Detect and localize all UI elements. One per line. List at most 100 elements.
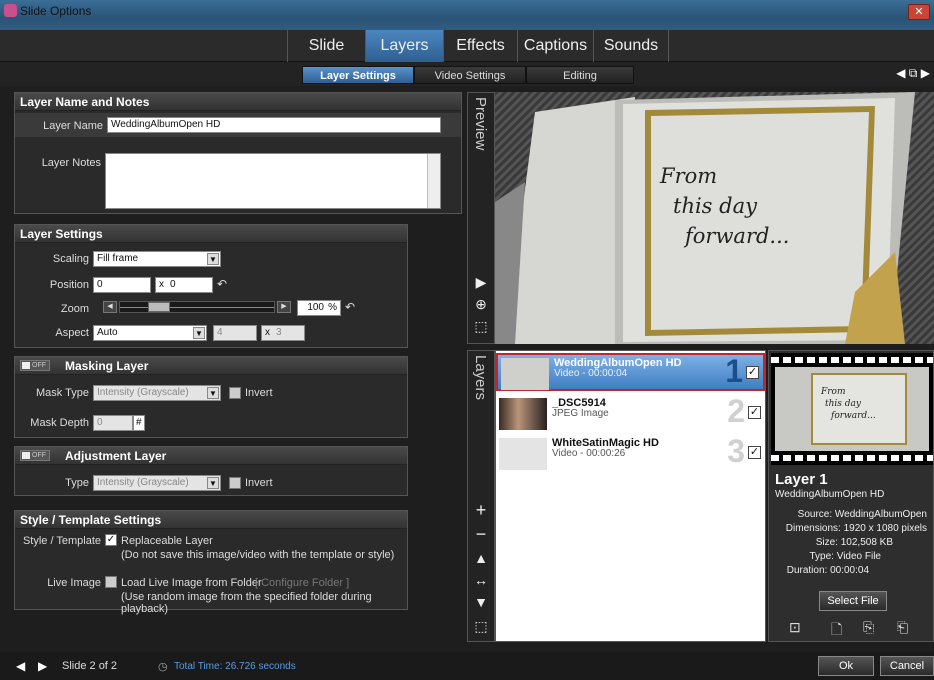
mask-invert-label: Invert (245, 387, 273, 399)
swap-icon[interactable]: ↔ (469, 569, 493, 591)
title-bar: Slide Options ✕ (0, 0, 934, 30)
layer-number: 1 (725, 353, 743, 389)
reset-zoom-icon[interactable]: ↶ (345, 300, 355, 314)
chevron-down-icon: ▼ (207, 387, 219, 399)
replaceable-layer-checkbox[interactable]: ✓ (105, 534, 117, 546)
layer-select-icon[interactable]: ⬚ (469, 615, 493, 637)
info-size: Size: 102,508 KB (815, 537, 893, 548)
subtab-editing[interactable]: Editing (526, 66, 634, 84)
panel-header: Adjustment Layer (15, 447, 407, 465)
thumb-text-1: From (821, 387, 846, 397)
layer-settings-panel: Layer Settings Scaling Fill frame ▼ Posit… (14, 224, 408, 348)
layer-visible-checkbox[interactable]: ✓ (746, 366, 759, 379)
layer-visible-checkbox[interactable]: ✓ (748, 406, 761, 419)
adjustment-type-select[interactable]: Intensity (Grayscale) ▼ (93, 475, 221, 491)
layer-number: 3 (727, 433, 745, 469)
layer-name-input[interactable]: WeddingAlbumOpen HD (107, 117, 441, 133)
zoom-slider[interactable] (119, 301, 275, 313)
masking-layer-panel: Masking Layer OFF Mask Type Intensity (G… (14, 356, 408, 438)
zoom-slider-thumb[interactable] (148, 302, 170, 312)
live-image-label: Live Image (47, 577, 101, 589)
ok-button[interactable]: Ok (818, 656, 874, 676)
move-down-icon[interactable]: ▼ (469, 591, 493, 613)
zoom-in-icon[interactable]: ⊕ (469, 293, 493, 315)
tab-effects[interactable]: Effects (443, 30, 517, 62)
add-layer-icon[interactable]: + (469, 499, 493, 521)
total-time: Total Time: 26.726 seconds (174, 661, 296, 672)
mask-invert-checkbox[interactable] (229, 387, 241, 399)
layers-strip: Layers + − ▲ ↔ ▼ ⬚ (467, 350, 495, 642)
prev-slide-icon[interactable]: ◀ (16, 659, 25, 673)
position-x-input[interactable]: 0 (93, 277, 151, 293)
remove-layer-icon[interactable]: − (469, 523, 493, 545)
subtab-layer-settings[interactable]: Layer Settings (302, 66, 414, 84)
tab-sounds[interactable]: Sounds (593, 30, 669, 62)
adjustment-invert-label: Invert (245, 477, 273, 489)
aspect-label: Aspect (55, 327, 89, 339)
layer-info-panel: From this day forward... Layer 1 Wedding… (768, 350, 934, 642)
layer-row-1[interactable]: WeddingAlbumOpen HD Video - 00:00:04 1 ✓ (496, 353, 765, 391)
preview-canvas[interactable]: From this day forward... (495, 92, 934, 344)
status-bar: ◀ ▶ Slide 2 of 2 ◷ Total Time: 26.726 se… (0, 652, 934, 680)
preview-text-line1: From (660, 164, 718, 188)
layer-nav-icons[interactable]: ◀ ⧉ ▶ (896, 66, 930, 81)
copy-icon[interactable]: ⎘ (863, 619, 874, 636)
play-icon[interactable]: ▶ (469, 271, 493, 293)
preview-strip: Preview ▶ ⊕ ⬚ (467, 92, 495, 344)
mask-depth-label: Mask Depth (30, 417, 89, 429)
x-sep: x (159, 279, 164, 290)
zoom-decrease-button[interactable]: ◀ (103, 301, 117, 313)
panel-header: Masking Layer (15, 357, 407, 375)
info-duration: Duration: 00:00:04 (786, 565, 869, 576)
zoom-increase-button[interactable]: ▶ (277, 301, 291, 313)
layer-notes-textarea[interactable] (105, 153, 441, 209)
info-source: Source: WeddingAlbumOpen (797, 509, 927, 520)
layer-name-label: Layer Name (43, 120, 103, 132)
tab-captions[interactable]: Captions (517, 30, 593, 62)
x-sep: x (265, 327, 270, 338)
subtab-video-settings[interactable]: Video Settings (414, 66, 526, 84)
masking-toggle[interactable]: OFF (20, 360, 50, 371)
tab-slide[interactable]: Slide (287, 30, 365, 62)
cancel-button[interactable]: Cancel (880, 656, 934, 676)
live-image-checkbox[interactable] (105, 576, 117, 588)
file-info-icon[interactable]: 🗋 (831, 619, 842, 643)
edit-icon[interactable]: ⊡ (789, 619, 801, 636)
replaceable-note: (Do not save this image/video with the t… (121, 549, 395, 561)
layer-notes-label: Layer Notes (41, 157, 101, 169)
close-button[interactable]: ✕ (908, 4, 930, 20)
adjustment-invert-checkbox[interactable] (229, 477, 241, 489)
zoom-input[interactable]: 100% (297, 300, 341, 316)
position-y-input[interactable]: x0 (155, 277, 213, 293)
layer-visible-checkbox[interactable]: ✓ (748, 446, 761, 459)
layer-type: Video - 00:00:26 (552, 448, 626, 459)
zoom-value: 100 (307, 302, 324, 313)
chevron-down-icon: ▼ (207, 477, 219, 489)
layer-name-notes-panel: Layer Name and Notes Layer Name WeddingA… (14, 92, 462, 214)
select-file-button[interactable]: Select File (819, 591, 887, 611)
aspect-width-input[interactable]: 4 (213, 325, 257, 341)
layer-row-3[interactable]: WhiteSatinMagic HD Video - 00:00:26 3 ✓ (496, 433, 765, 473)
notes-scrollbar[interactable] (427, 154, 440, 208)
tab-layers[interactable]: Layers (365, 30, 443, 62)
scaling-select[interactable]: Fill frame ▼ (93, 251, 221, 267)
adjustment-toggle[interactable]: OFF (20, 450, 50, 461)
aspect-select[interactable]: Auto ▼ (93, 325, 207, 341)
thumb-text-2: this day (825, 399, 861, 409)
layer-row-2[interactable]: _DSC5914 JPEG Image 2 ✓ (496, 393, 765, 433)
mask-depth-input[interactable]: 0 (93, 415, 133, 431)
mask-type-value: Intensity (Grayscale) (97, 387, 189, 398)
live-image-checkbox-label: Load Live Image from Folder (121, 577, 262, 589)
configure-folder-link[interactable]: [ Configure Folder ] (255, 577, 349, 589)
zoom-unit: % (328, 302, 337, 313)
preview-image (495, 92, 915, 344)
paste-icon[interactable]: ⎗ (897, 619, 908, 636)
mask-type-select[interactable]: Intensity (Grayscale) ▼ (93, 385, 221, 401)
pos-y-value: 0 (170, 279, 176, 290)
select-tool-icon[interactable]: ⬚ (469, 315, 493, 337)
reset-position-icon[interactable]: ↶ (217, 277, 227, 291)
slide-counter: Slide 2 of 2 (62, 660, 118, 672)
next-slide-icon[interactable]: ▶ (38, 659, 47, 673)
move-up-icon[interactable]: ▲ (469, 547, 493, 569)
aspect-height-input[interactable]: x3 (261, 325, 305, 341)
